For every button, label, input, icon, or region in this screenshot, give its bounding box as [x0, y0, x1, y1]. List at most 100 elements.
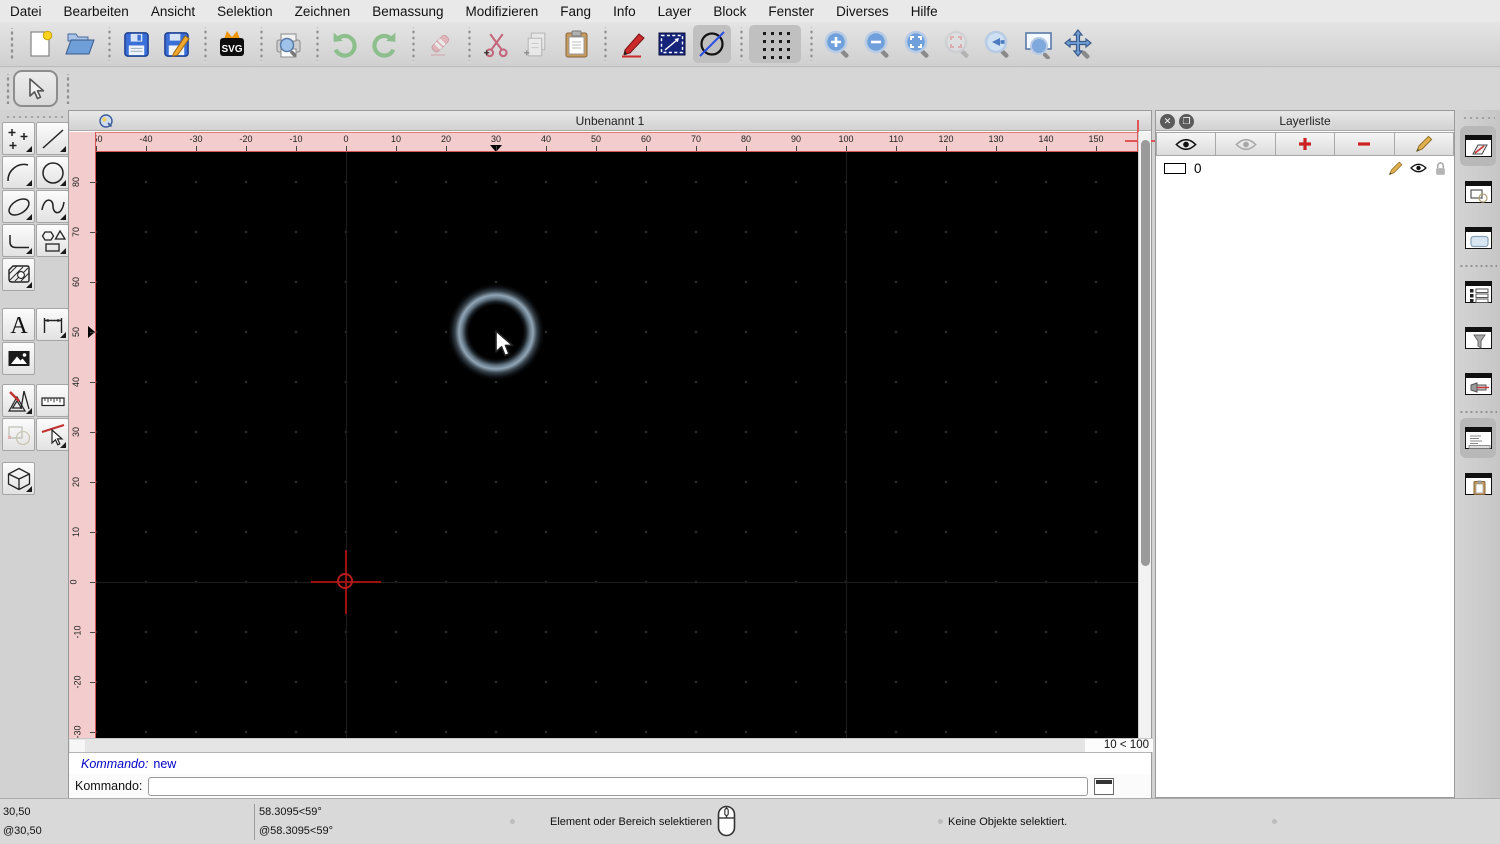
- polyline-icon: [8, 234, 29, 248]
- tool-circle-button[interactable]: [36, 156, 69, 189]
- show-all-layers-button[interactable]: [1156, 132, 1217, 156]
- layer-edit-pencil-icon[interactable]: [1388, 161, 1403, 176]
- copy-button[interactable]: [517, 25, 555, 63]
- menu-item-zeichnen[interactable]: Zeichnen: [295, 4, 351, 19]
- print-preview-button[interactable]: [269, 25, 307, 63]
- menu-item-block[interactable]: Block: [713, 4, 746, 19]
- menu-item-hilfe[interactable]: Hilfe: [911, 4, 938, 19]
- h-ruler-tick: [496, 146, 497, 151]
- panel-close-button[interactable]: ✕: [1160, 113, 1175, 129]
- layer-list-panel: ✕ ❐ Layerliste 0: [1155, 110, 1455, 798]
- remove-layer-button[interactable]: [1335, 132, 1395, 156]
- add-layer-button[interactable]: [1275, 132, 1336, 156]
- drawing-window-title-bar[interactable]: Unbenannt 1: [69, 111, 1151, 131]
- auto-zoom-button[interactable]: [899, 25, 937, 63]
- draft-mode-button[interactable]: [693, 25, 731, 63]
- layer-visibility-eye-icon[interactable]: [1410, 163, 1427, 173]
- save-as-button[interactable]: [157, 25, 195, 63]
- tool-image-button[interactable]: [2, 342, 35, 375]
- menu-item-bearbeiten[interactable]: Bearbeiten: [64, 4, 129, 19]
- dock-library-browser-button[interactable]: [1460, 272, 1496, 312]
- tool-boolean-button[interactable]: [2, 418, 35, 451]
- command-widget-toggle-button[interactable]: [1094, 777, 1115, 795]
- menu-item-ansicht[interactable]: Ansicht: [151, 4, 195, 19]
- toolbar-drag-handle[interactable]: [4, 74, 12, 104]
- cut-button[interactable]: [477, 25, 515, 63]
- menu-item-diverses[interactable]: Diverses: [836, 4, 889, 19]
- draw-pen-button[interactable]: [613, 25, 651, 63]
- dock-drag-handle[interactable]: [1461, 114, 1495, 122]
- tool-spline-button[interactable]: [36, 190, 69, 223]
- new-file-button[interactable]: [21, 25, 59, 63]
- v-ruler-tick: [90, 182, 95, 183]
- save-button[interactable]: [117, 25, 155, 63]
- dock-selection-filter-button[interactable]: [1460, 318, 1496, 358]
- dock-layer-list-button[interactable]: [1460, 126, 1496, 166]
- layer-lock-icon[interactable]: [1434, 161, 1447, 176]
- menu-item-info[interactable]: Info: [613, 4, 636, 19]
- command-input[interactable]: [148, 776, 1089, 796]
- svg-export-button[interactable]: SVG: [213, 25, 251, 63]
- dock-clipboard-button[interactable]: [1460, 464, 1496, 504]
- menu-item-fenster[interactable]: Fenster: [768, 4, 814, 19]
- toolbar-drag-handle[interactable]: [64, 74, 72, 104]
- zoom-previous-button[interactable]: [979, 25, 1017, 63]
- zoom-out-button[interactable]: [859, 25, 897, 63]
- layer-panel-title-bar[interactable]: ✕ ❐ Layerliste: [1156, 111, 1454, 131]
- vertical-scrollbar[interactable]: [1138, 132, 1151, 738]
- dock-property-editor-button[interactable]: [1460, 218, 1496, 258]
- select-tool-button[interactable]: [13, 70, 58, 107]
- new-file-icon: [30, 30, 53, 57]
- tool-ellipse-button[interactable]: [2, 190, 35, 223]
- menu-item-selektion[interactable]: Selektion: [217, 4, 273, 19]
- tool-shape-button[interactable]: [36, 224, 69, 257]
- command-history-value: new: [153, 756, 177, 771]
- zoom-in-button[interactable]: [819, 25, 857, 63]
- menu-item-bemassung[interactable]: Bemassung: [372, 4, 443, 19]
- menu-item-datei[interactable]: Datei: [10, 4, 42, 19]
- tool-measure-button[interactable]: [36, 384, 69, 417]
- layer-row[interactable]: 0: [1156, 157, 1454, 179]
- svg-export-icon: SVG: [220, 31, 244, 56]
- show-active-layer-button[interactable]: [1216, 132, 1276, 156]
- selection-mode-button[interactable]: [653, 25, 691, 63]
- zoom-window-button[interactable]: [1019, 25, 1057, 63]
- status-separator: [254, 804, 255, 840]
- dock-command-line-button[interactable]: [1460, 418, 1496, 458]
- horizontal-scrollbar[interactable]: 10 < 100: [69, 738, 1153, 752]
- drawing-canvas[interactable]: [96, 152, 1139, 738]
- menu-item-layer[interactable]: Layer: [658, 4, 692, 19]
- grid-toggle-button[interactable]: [749, 25, 801, 63]
- dock-block-list-button[interactable]: [1460, 172, 1496, 212]
- menu-item-modifizieren[interactable]: Modifizieren: [466, 4, 539, 19]
- toolbar-separator: [311, 27, 321, 61]
- toolbar-drag-handle[interactable]: [8, 28, 16, 60]
- toolbar-separator: [103, 27, 113, 61]
- tool-line-button[interactable]: [36, 122, 69, 155]
- erase-button[interactable]: [421, 25, 459, 63]
- tool-3d-button[interactable]: [2, 462, 35, 495]
- redo-button[interactable]: [365, 25, 403, 63]
- zoom-selection-button[interactable]: [939, 25, 977, 63]
- open-file-button[interactable]: [61, 25, 99, 63]
- tool-hatch-button[interactable]: [2, 258, 35, 291]
- vertical-scrollbar-thumb[interactable]: [1141, 140, 1150, 566]
- tool-arc-button[interactable]: [2, 156, 35, 189]
- tool-dimension-button[interactable]: [36, 308, 69, 341]
- tool-points-button[interactable]: [2, 122, 35, 155]
- edit-layer-button[interactable]: [1394, 132, 1455, 156]
- tool-modify-select-button[interactable]: [36, 418, 69, 451]
- tool-draw-misc-button[interactable]: [2, 384, 35, 417]
- undo-button[interactable]: [325, 25, 363, 63]
- tool-polyline-button[interactable]: [2, 224, 35, 257]
- dock-pen-toolbar-button[interactable]: [1460, 364, 1496, 404]
- h-ruler-tick: [196, 146, 197, 151]
- palette-drag-handle[interactable]: [4, 113, 64, 121]
- paste-button[interactable]: [557, 25, 595, 63]
- grid-dots: [96, 152, 1139, 738]
- pan-button[interactable]: [1059, 25, 1097, 63]
- menu-item-fang[interactable]: Fang: [560, 4, 591, 19]
- panel-float-button[interactable]: ❐: [1179, 113, 1194, 129]
- tool-text-button[interactable]: A: [2, 308, 35, 341]
- absolute-polar-coordinate: 58.3095<59°: [259, 806, 322, 818]
